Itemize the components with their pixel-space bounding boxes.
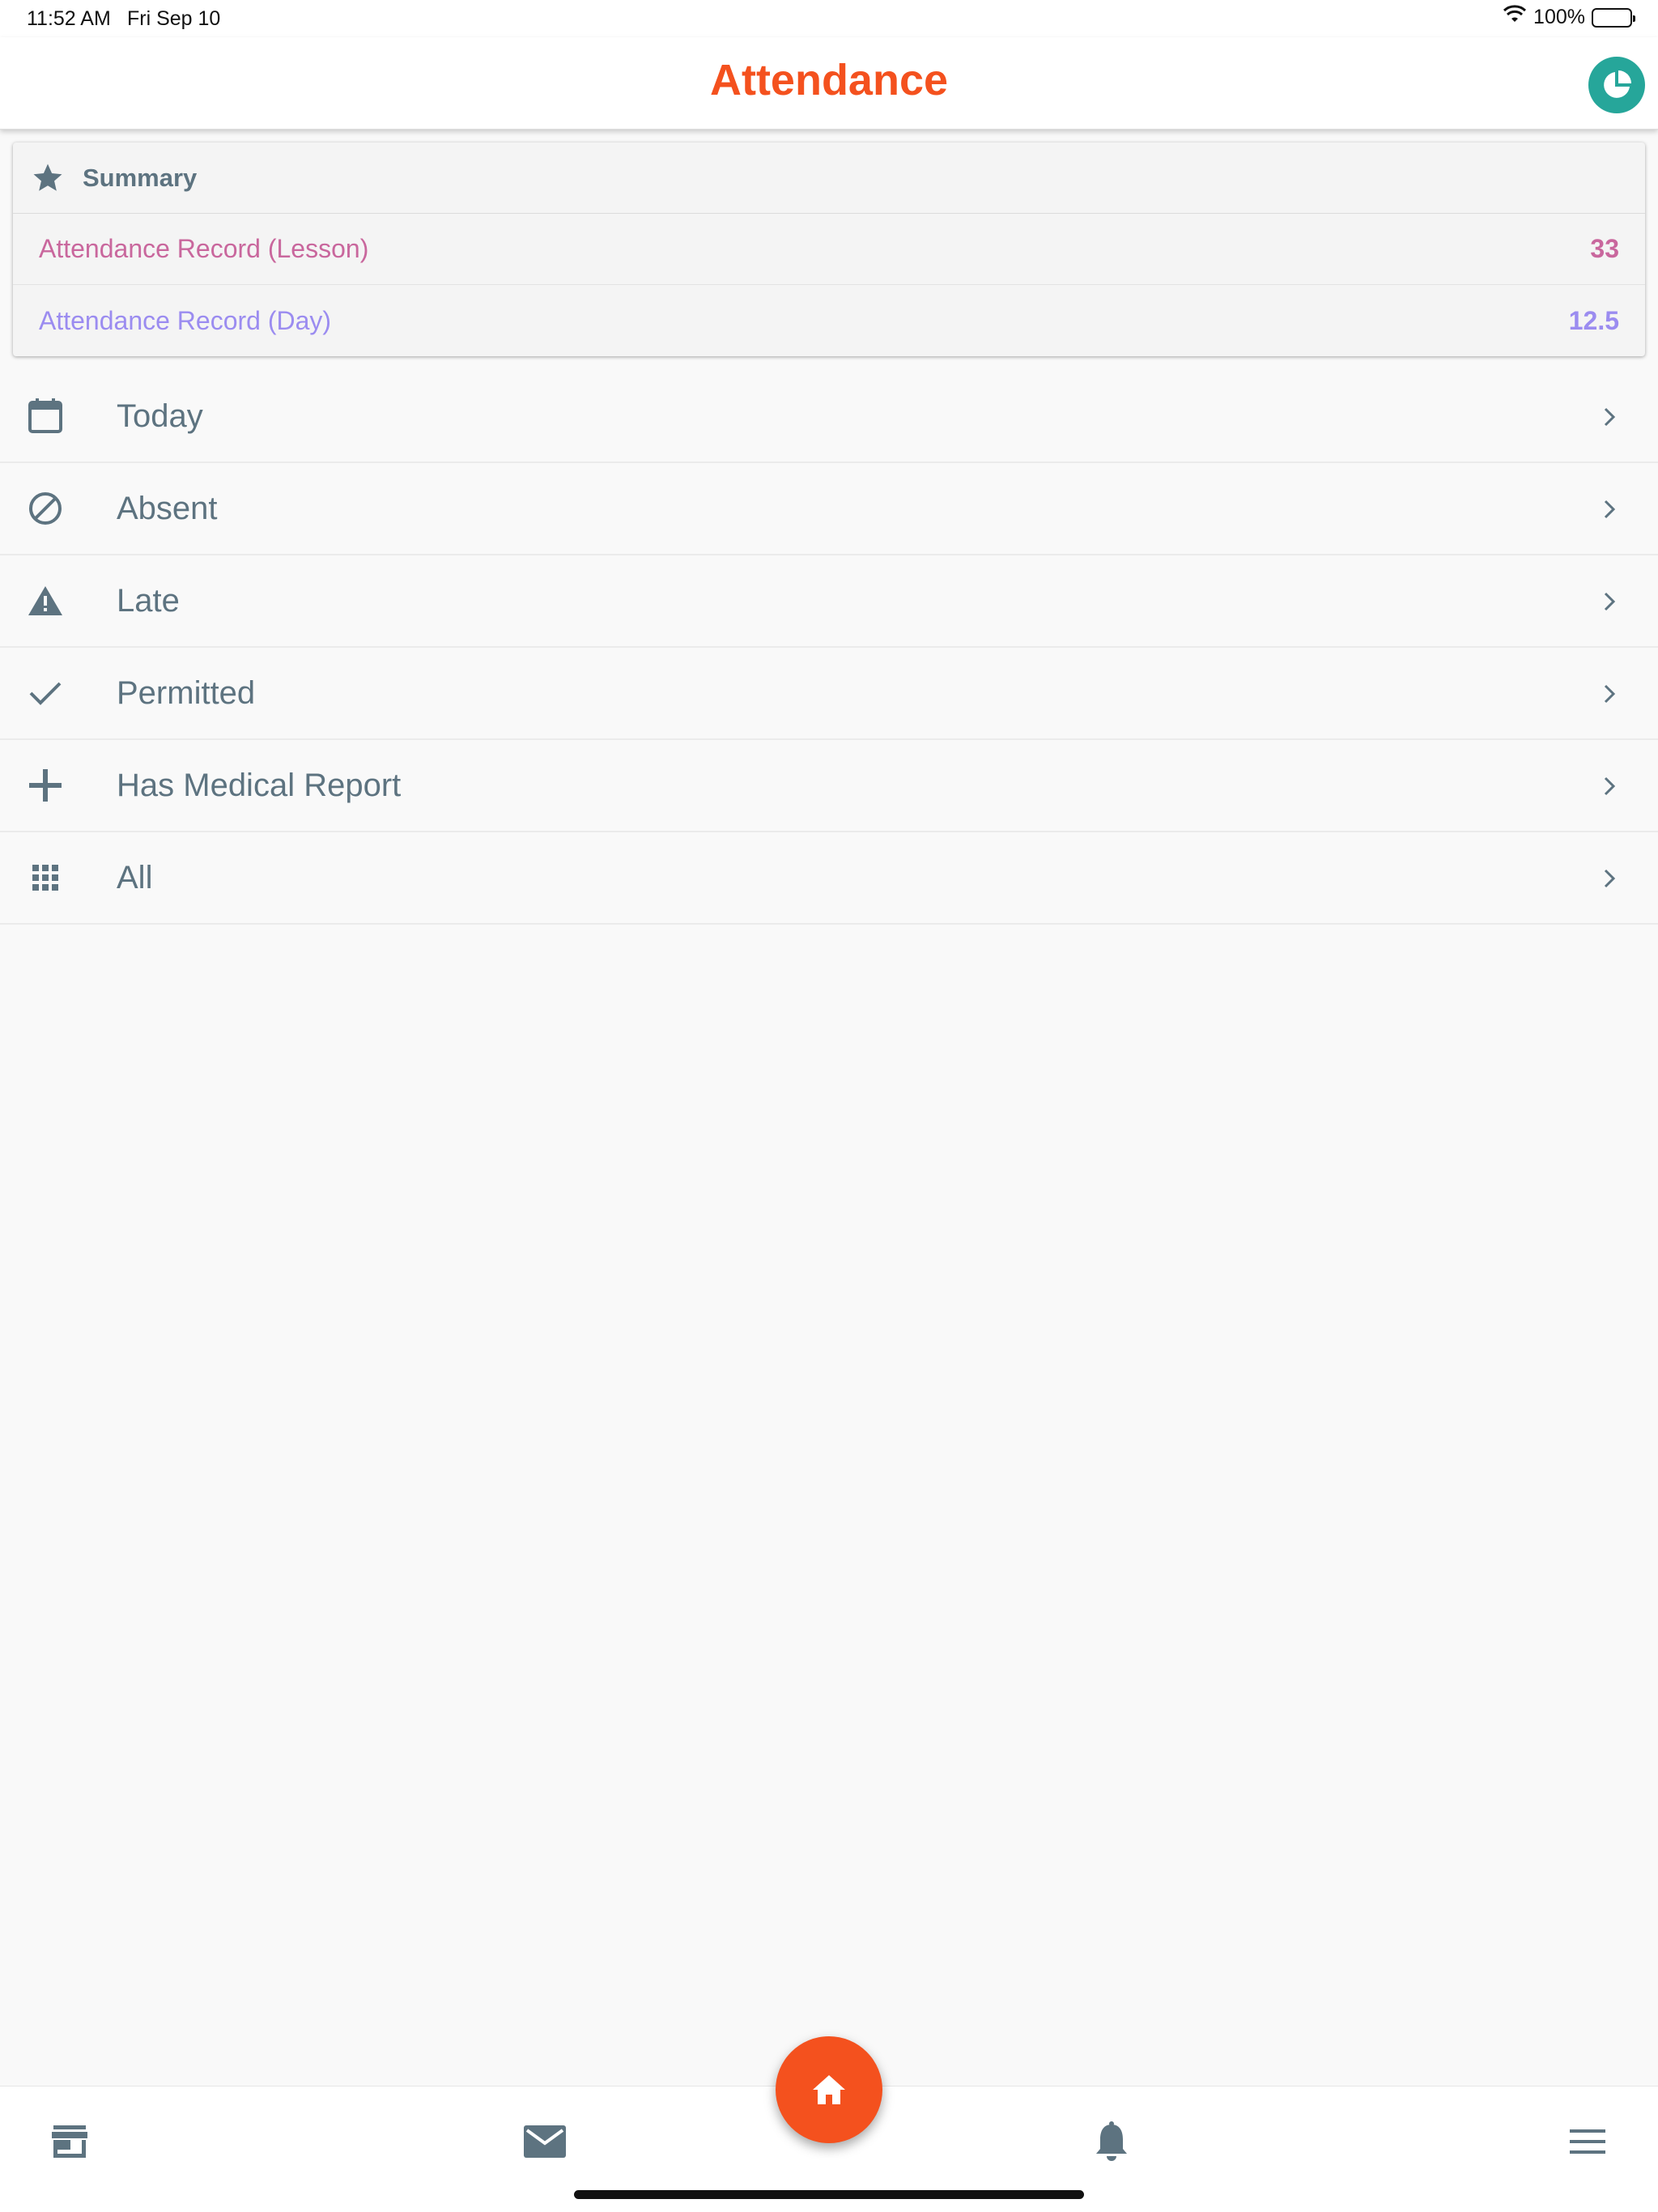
chevron-right-icon	[1593, 585, 1626, 618]
store-icon	[52, 2125, 87, 2158]
battery-icon	[1592, 7, 1635, 28]
summary-row-lesson: Attendance Record (Lesson) 33	[13, 214, 1645, 285]
summary-card: Summary Attendance Record (Lesson) 33 At…	[13, 143, 1645, 356]
nav-notifications-button[interactable]	[1087, 2117, 1136, 2166]
menu-item-label: Permitted	[117, 674, 256, 711]
calendar-icon	[23, 393, 68, 439]
summary-row-value: 33	[1590, 234, 1619, 263]
star-icon	[33, 164, 62, 191]
pie-chart-icon	[1604, 70, 1631, 98]
nav-mail-button[interactable]	[521, 2117, 569, 2166]
menu-item-absent[interactable]: Absent	[0, 463, 1658, 555]
home-icon	[813, 2075, 845, 2104]
summary-row-label: Attendance Record (Lesson)	[39, 234, 369, 263]
summary-row-value: 12.5	[1568, 305, 1619, 335]
menu-item-label: Today	[117, 398, 203, 434]
mail-icon	[524, 2125, 566, 2158]
home-button[interactable]	[776, 2036, 882, 2143]
wifi-icon	[1503, 5, 1527, 30]
summary-header: Summary	[13, 143, 1645, 214]
chevron-right-icon	[1593, 770, 1626, 802]
plus-icon	[23, 763, 68, 808]
menu-item-all[interactable]: All	[0, 832, 1658, 925]
menu-item-today[interactable]: Today	[0, 371, 1658, 463]
summary-title: Summary	[83, 163, 198, 192]
app-header: Attendance	[0, 37, 1658, 130]
chevron-right-icon	[1593, 493, 1626, 525]
menu-item-permitted[interactable]: Permitted	[0, 648, 1658, 740]
menu-item-label: Has Medical Report	[117, 767, 402, 803]
chevron-right-icon	[1593, 678, 1626, 710]
warning-icon	[23, 578, 68, 623]
nav-store-button[interactable]	[45, 2117, 94, 2166]
menu-item-label: Late	[117, 582, 180, 619]
battery-percent: 100%	[1533, 6, 1585, 28]
menu-item-medical-report[interactable]: Has Medical Report	[0, 740, 1658, 832]
check-icon	[23, 670, 68, 716]
summary-row-label: Attendance Record (Day)	[39, 305, 332, 335]
status-bar: 11:52 AM Fri Sep 10 100%	[0, 0, 1658, 37]
status-time: 11:52 AM	[27, 7, 111, 30]
status-date: Fri Sep 10	[127, 7, 221, 30]
menu-item-late[interactable]: Late	[0, 555, 1658, 648]
block-icon	[23, 486, 68, 531]
attendance-menu: Today Absent Late Permitted Has Medical …	[0, 371, 1658, 925]
menu-item-label: All	[117, 859, 153, 895]
menu-icon	[1570, 2129, 1605, 2154]
chevron-right-icon	[1593, 862, 1626, 895]
page-title: Attendance	[709, 56, 949, 104]
menu-item-label: Absent	[117, 490, 218, 526]
home-indicator[interactable]	[574, 2190, 1084, 2199]
statistics-button[interactable]	[1588, 57, 1645, 113]
nav-menu-button[interactable]	[1563, 2117, 1612, 2166]
status-right: 100%	[1503, 5, 1635, 30]
summary-row-day: Attendance Record (Day) 12.5	[13, 285, 1645, 356]
grid-icon	[23, 855, 68, 900]
bell-icon	[1096, 2121, 1127, 2161]
chevron-right-icon	[1593, 401, 1626, 433]
